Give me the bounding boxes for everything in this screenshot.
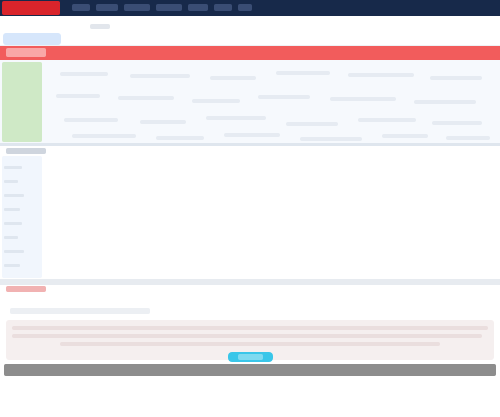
grid-cell <box>72 134 136 138</box>
nav-item-5[interactable] <box>188 4 208 11</box>
grid-cell <box>414 100 476 104</box>
nav-item-7[interactable] <box>238 4 252 11</box>
nav-item-4[interactable] <box>156 4 182 11</box>
grid-cell <box>300 137 362 141</box>
list-item[interactable] <box>4 166 22 169</box>
grid-cell <box>446 136 490 140</box>
nav-item-3[interactable] <box>124 4 150 11</box>
grid-cell <box>358 118 416 122</box>
section-divider <box>0 279 500 285</box>
grid-cell <box>192 99 240 103</box>
grid-cell <box>224 133 280 137</box>
text-line <box>12 334 482 338</box>
grid-cell <box>276 71 330 75</box>
grid-cell <box>64 118 118 122</box>
header-strip <box>0 16 500 46</box>
list-item[interactable] <box>4 264 20 267</box>
nav-item-1[interactable] <box>72 4 90 11</box>
grid-cell <box>156 136 204 140</box>
nav-item-6[interactable] <box>214 4 232 11</box>
middle-list <box>4 160 34 276</box>
grid-cell <box>210 76 256 80</box>
grid-cell <box>56 94 100 98</box>
list-item[interactable] <box>4 222 22 225</box>
bottom-section-title <box>6 286 46 292</box>
grid-cell <box>140 120 186 124</box>
text-line <box>60 342 440 346</box>
text-line <box>12 326 488 330</box>
middle-section-title <box>6 148 46 154</box>
grid-cell <box>348 73 414 77</box>
grid-cell <box>60 72 108 76</box>
brand-logo-icon[interactable] <box>2 1 60 15</box>
grid-cell <box>382 134 428 138</box>
tab-active[interactable] <box>3 33 61 45</box>
list-item[interactable] <box>4 180 18 183</box>
grid-cell <box>430 76 482 80</box>
section-title <box>6 48 46 57</box>
list-item[interactable] <box>4 250 24 253</box>
list-item[interactable] <box>4 208 20 211</box>
grid-cell <box>330 97 396 101</box>
grid-cell <box>286 122 338 126</box>
grid-cell <box>206 116 266 120</box>
section-header-band <box>0 46 500 60</box>
grid-cell <box>118 96 174 100</box>
footer-bar <box>4 364 496 376</box>
grid-cell <box>130 74 190 78</box>
grid-cell <box>258 95 310 99</box>
list-item[interactable] <box>4 236 18 239</box>
bottom-subtitle <box>10 308 150 314</box>
list-item[interactable] <box>4 194 24 197</box>
grid-left-column <box>2 62 42 142</box>
primary-action-button[interactable] <box>228 352 273 362</box>
header-text <box>90 24 110 29</box>
grid-cell <box>432 121 482 125</box>
nav-item-2[interactable] <box>96 4 118 11</box>
